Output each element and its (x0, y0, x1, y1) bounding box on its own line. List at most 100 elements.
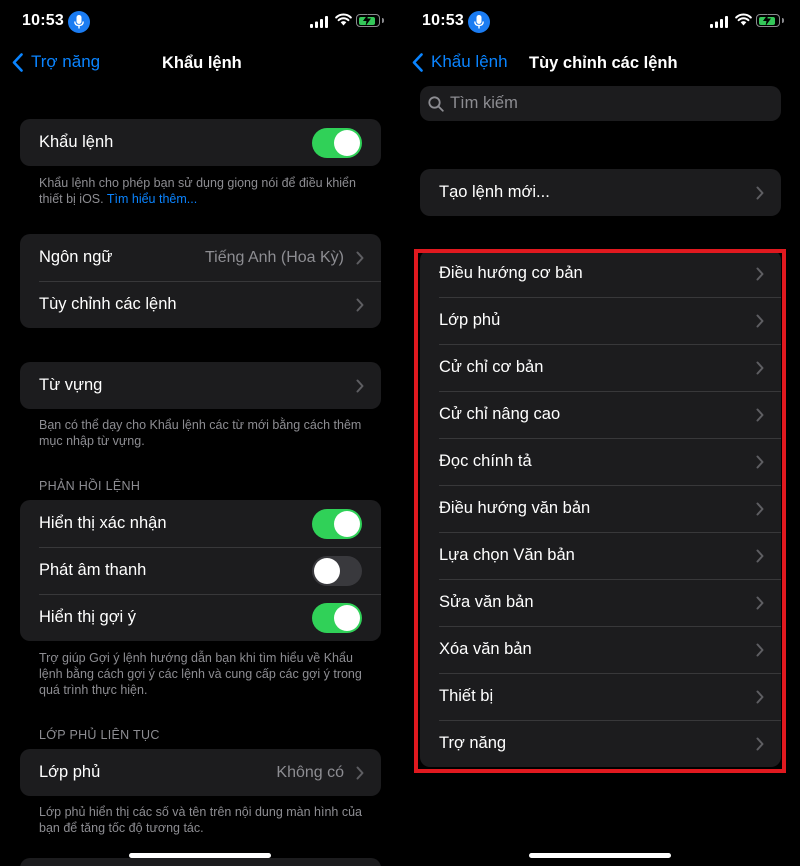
language-row[interactable]: Ngôn ngữ Tiếng Anh (Hoa Kỳ) (20, 234, 381, 281)
search-bar (420, 86, 781, 121)
chevron-right-icon (756, 502, 764, 515)
vocabulary-row[interactable]: Từ vựng (20, 362, 381, 409)
voice-control-label: Khẩu lệnh (39, 133, 114, 151)
page-title: Tùy chỉnh các lệnh (529, 54, 678, 72)
battery-charging-icon (756, 14, 784, 27)
status-time: 10:53 (422, 12, 464, 29)
chevron-right-icon (756, 596, 764, 609)
category-label: Đọc chính tả (439, 452, 532, 470)
category-label: Thiết bị (439, 687, 494, 705)
chevron-right-icon (356, 766, 364, 779)
overlay-group: Lớp phủ Không có (20, 749, 381, 796)
back-button-accessibility[interactable]: Trợ năng (12, 52, 100, 72)
customize-commands-row[interactable]: Tùy chỉnh các lệnh (20, 281, 381, 328)
home-indicator[interactable] (529, 853, 671, 858)
category-row[interactable]: Đọc chính tả (420, 438, 781, 485)
search-icon (428, 95, 444, 112)
overlay-label: Lớp phủ (39, 763, 101, 781)
command-categories-list: Điều hướng cơ bản Lớp phủ Cử chỉ cơ bản Cử … (420, 250, 781, 767)
new-command-row[interactable]: Tạo lệnh mới... (420, 169, 781, 216)
new-command-group: Tạo lệnh mới... (420, 169, 781, 216)
language-label: Ngôn ngữ (39, 248, 113, 266)
status-bar: 10:53 (0, 0, 400, 44)
category-row[interactable]: Lựa chọn Văn bản (420, 532, 781, 579)
next-group-partial (20, 858, 381, 866)
chevron-right-icon (756, 361, 764, 374)
overlay-footer: Lớp phủ hiển thị các số và tên trên nội … (39, 805, 362, 835)
show-hints-row: Hiển thị gợi ý (20, 594, 381, 641)
microphone-icon (468, 11, 490, 33)
language-value: Tiếng Anh (Hoa Kỳ) (204, 248, 344, 266)
wifi-icon (335, 13, 352, 31)
category-label: Lớp phủ (439, 311, 501, 329)
play-sound-toggle[interactable] (312, 555, 362, 586)
category-label: Cử chỉ nâng cao (439, 405, 561, 423)
cellular-signal-icon (710, 15, 728, 33)
category-row[interactable]: Trợ năng (420, 720, 781, 767)
command-feedback-footer: Trợ giúp Gợi ý lệnh hướng dẫn bạn khi tì… (39, 651, 362, 697)
show-confirmation-toggle[interactable] (312, 508, 362, 539)
chevron-right-icon (756, 267, 764, 280)
customize-commands-screen: 10:53 Khẩu lệnh Tùy chỉnh các lệnh Tạo l… (400, 0, 800, 866)
voice-control-settings-screen: 10:53 Trợ năng Khẩu lệnh Khẩu lệnh Khẩu … (0, 0, 400, 866)
voice-control-group: Khẩu lệnh (20, 119, 381, 166)
chevron-right-icon (756, 186, 764, 199)
back-button-label: Khẩu lệnh (431, 52, 508, 71)
learn-more-link[interactable]: Tìm hiểu thêm... (107, 192, 197, 206)
category-row[interactable]: Cử chỉ cơ bản (420, 344, 781, 391)
cellular-signal-icon (310, 15, 328, 33)
vocabulary-footer: Bạn có thể dạy cho Khẩu lệnh các từ mới … (39, 418, 362, 448)
play-sound-row: Phát âm thanh (20, 547, 381, 594)
category-row[interactable]: Điều hướng văn bản (420, 485, 781, 532)
battery-charging-icon (356, 14, 384, 27)
chevron-right-icon (356, 251, 364, 264)
category-label: Cử chỉ cơ bản (439, 358, 544, 376)
category-row[interactable]: Lớp phủ (420, 297, 781, 344)
voice-control-row: Khẩu lệnh (20, 119, 381, 166)
command-feedback-header: PHẢN HỒI LỆNH (39, 479, 141, 493)
language-group: Ngôn ngữ Tiếng Anh (Hoa Kỳ) Tùy chỉnh cá… (20, 234, 381, 328)
play-sound-label: Phát âm thanh (39, 561, 147, 579)
category-row[interactable]: Cử chỉ nâng cao (420, 391, 781, 438)
home-indicator[interactable] (129, 853, 271, 858)
category-label: Trợ năng (439, 734, 507, 752)
navigation-bar: Trợ năng Khẩu lệnh (0, 44, 400, 84)
chevron-left-icon (412, 52, 423, 72)
category-row[interactable]: Thiết bị (420, 673, 781, 720)
overlay-row[interactable]: Lớp phủ Không có (20, 749, 381, 796)
chevron-right-icon (756, 314, 764, 327)
voice-control-toggle[interactable] (312, 127, 362, 158)
category-label: Điều hướng văn bản (439, 499, 591, 517)
customize-commands-label: Tùy chỉnh các lệnh (39, 295, 177, 313)
back-button-label: Trợ năng (31, 52, 101, 71)
category-row[interactable]: Xóa văn bản (420, 626, 781, 673)
chevron-right-icon (756, 737, 764, 750)
show-confirmation-label: Hiển thị xác nhận (39, 514, 167, 532)
category-label: Lựa chọn Văn bản (439, 546, 575, 564)
voice-control-description: Khẩu lệnh cho phép bạn sử dụng giọng nói… (39, 176, 356, 206)
new-command-label: Tạo lệnh mới... (439, 183, 550, 201)
status-bar: 10:53 (400, 0, 800, 44)
microphone-icon (68, 11, 90, 33)
category-row[interactable]: Điều hướng cơ bản (420, 250, 781, 297)
vocabulary-label: Từ vựng (39, 376, 103, 394)
chevron-left-icon (12, 52, 23, 72)
continuous-overlay-header: LỚP PHỦ LIÊN TỤC (39, 728, 160, 742)
chevron-right-icon (756, 408, 764, 421)
category-row[interactable]: Sửa văn bản (420, 579, 781, 626)
category-label: Điều hướng cơ bản (439, 264, 583, 282)
status-time: 10:53 (22, 12, 64, 29)
voice-control-footer: Khẩu lệnh cho phép bạn sử dụng giọng nói… (39, 175, 369, 207)
search-input[interactable] (450, 94, 750, 113)
command-feedback-group: Hiển thị xác nhận Phát âm thanh Hiển thị… (20, 500, 381, 641)
navigation-bar: Khẩu lệnh Tùy chỉnh các lệnh (400, 44, 800, 84)
category-label: Xóa văn bản (439, 640, 532, 658)
show-hints-toggle[interactable] (312, 602, 362, 633)
back-button-voice-control[interactable]: Khẩu lệnh (412, 52, 508, 72)
show-confirmation-row: Hiển thị xác nhận (20, 500, 381, 547)
wifi-icon (735, 13, 752, 31)
vocabulary-group: Từ vựng (20, 362, 381, 409)
chevron-right-icon (356, 298, 364, 311)
overlay-value: Không có (276, 763, 344, 781)
chevron-right-icon (756, 643, 764, 656)
